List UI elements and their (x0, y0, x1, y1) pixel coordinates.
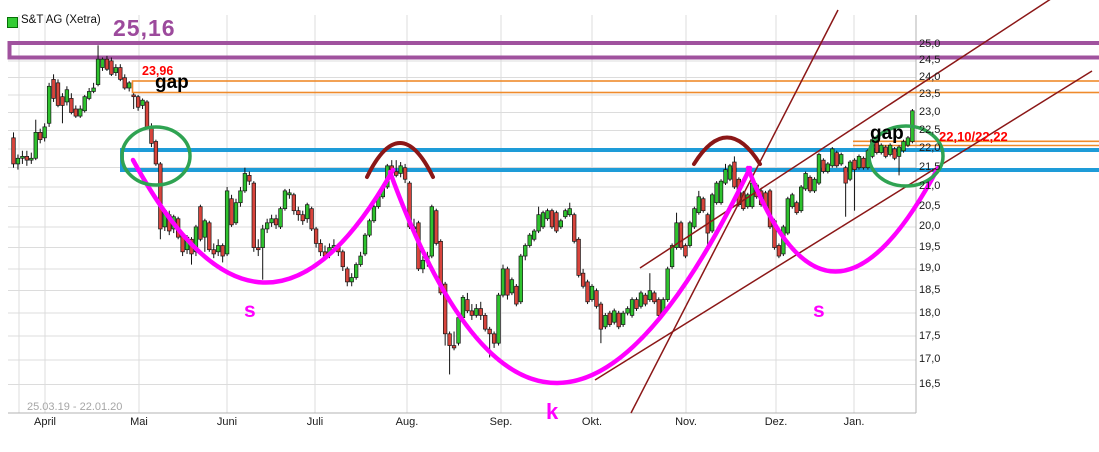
y-axis-tick-18,0: 18,0 (919, 306, 941, 319)
right-shoulder-label: s (813, 299, 825, 322)
x-axis-tick-Mai: Mai (130, 416, 148, 428)
chart-legend-title: S&T AG (Xetra) (21, 14, 101, 26)
x-axis-tick-Sep: Sep. (489, 416, 513, 428)
neckline-zone-box (120, 148, 1099, 172)
gap-annotation-left: gap (155, 72, 189, 93)
y-axis-tick-24,5: 24,5 (919, 54, 941, 67)
y-axis-tick-17,0: 17,0 (919, 353, 941, 366)
date-range-label: 25.03.19 - 22.01.20 (27, 401, 123, 413)
x-axis-tick-Juni: Juni (216, 416, 238, 428)
x-axis-tick-Jan: Jan. (843, 416, 865, 428)
y-axis-tick-20,0: 20,0 (919, 220, 941, 233)
left-shoulder-label: s (244, 299, 256, 322)
x-axis-tick-Dez: Dez. (764, 416, 788, 428)
x-axis-tick-Aug: Aug. (395, 416, 419, 428)
y-axis-tick-21,5: 21,5 (919, 161, 941, 174)
y-axis-tick-23,0: 23,0 (919, 106, 941, 119)
x-axis-tick-Juli: Juli (306, 416, 324, 428)
x-axis-tick-April: April (33, 416, 57, 428)
stock-chart-window: S&T AG (Xetra) 25,16 23,96 gap gap 22,10… (0, 0, 1099, 452)
y-axis-tick-24,0: 24,0 (919, 71, 941, 84)
head-label: k (546, 399, 559, 424)
y-axis-tick-23,5: 23,5 (919, 88, 941, 101)
y-axis-tick-17,5: 17,5 (919, 329, 941, 342)
gap-zone-box-upper (131, 80, 1099, 94)
y-axis-tick-22,0: 22,0 (919, 142, 941, 155)
gap-lower-price-label: 22,10/22,22 (939, 129, 1008, 144)
y-axis-tick-22,5: 22,5 (919, 124, 941, 137)
y-axis-tick-16,5: 16,5 (919, 377, 941, 390)
x-axis-tick-Nov: Nov. (675, 416, 697, 428)
gap-annotation-right: gap (870, 123, 904, 144)
x-axis-tick-Okt: Okt. (581, 416, 603, 428)
resistance-price-label: 25,16 (113, 15, 176, 41)
y-axis-tick-25,0: 25,0 (919, 37, 941, 50)
y-axis-tick-19,5: 19,5 (919, 241, 941, 254)
legend-series-icon (7, 17, 18, 28)
y-axis-tick-21,0: 21,0 (919, 180, 941, 193)
y-axis-tick-19,0: 19,0 (919, 262, 941, 275)
y-axis-tick-18,5: 18,5 (919, 284, 941, 297)
y-axis-tick-20,5: 20,5 (919, 200, 941, 213)
